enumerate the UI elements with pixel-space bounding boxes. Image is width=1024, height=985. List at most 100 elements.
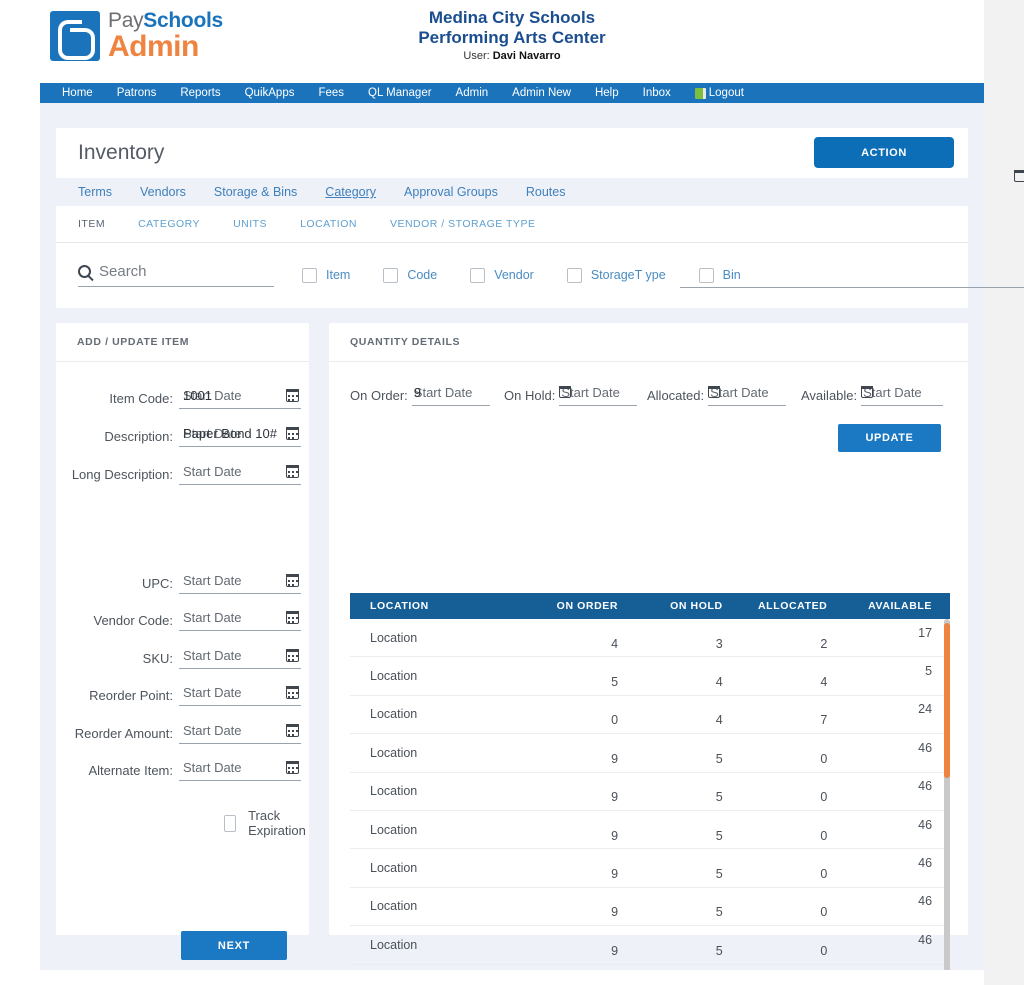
field-alternate-item[interactable]: Alternate Item: Start Date bbox=[56, 755, 309, 781]
table-row[interactable]: Location 9 5 0 46 bbox=[350, 888, 950, 927]
nav-item-patrons[interactable]: Patrons bbox=[105, 87, 169, 99]
subnav-item-category[interactable]: Category bbox=[325, 185, 376, 199]
subnav-item-approval-groups[interactable]: Approval Groups bbox=[404, 185, 498, 199]
calendar-icon[interactable] bbox=[285, 573, 299, 587]
table-row[interactable]: Location 9 5 0 46 bbox=[350, 849, 950, 888]
add-update-item-heading: ADD / UPDATE ITEM bbox=[56, 323, 309, 362]
nav-item-admin-new[interactable]: Admin New bbox=[500, 87, 583, 99]
field-allocated-input[interactable]: Start Date bbox=[707, 384, 787, 406]
table-row[interactable]: Location 9 5 0 46 bbox=[350, 734, 950, 773]
field-reorder-amount[interactable]: Reorder Amount: Start Date bbox=[56, 718, 309, 744]
calendar-icon[interactable] bbox=[285, 464, 299, 478]
field-description[interactable]: Description: Start Date Paper Bond 10# bbox=[56, 421, 309, 447]
nav-item-logout[interactable]: Logout bbox=[683, 87, 744, 99]
subnav-item-terms[interactable]: Terms bbox=[78, 185, 112, 199]
table-row[interactable]: Location 4 3 2 17 bbox=[350, 619, 950, 658]
calendar-icon[interactable] bbox=[558, 385, 572, 398]
calendar-icon[interactable] bbox=[285, 426, 299, 440]
field-long-description-label: Long Description: bbox=[71, 467, 173, 482]
calendar-icon[interactable] bbox=[285, 610, 299, 624]
filter-item[interactable]: Item bbox=[302, 267, 350, 283]
calendar-icon[interactable] bbox=[285, 648, 299, 662]
checkbox-code[interactable] bbox=[383, 267, 399, 283]
field-reorder-point-label: Reorder Point: bbox=[89, 688, 173, 703]
calendar-icon[interactable] bbox=[860, 385, 874, 398]
field-on-hold[interactable]: On Hold: Start Date bbox=[504, 378, 644, 406]
table-scrollbar-thumb[interactable] bbox=[944, 623, 950, 778]
entity-tabs[interactable]: ITEM CATEGORY UNITS LOCATION VENDOR / ST… bbox=[56, 206, 968, 243]
checkbox-storage-type[interactable] bbox=[566, 267, 582, 283]
checkbox-bin[interactable] bbox=[698, 267, 714, 283]
filter-bin[interactable]: Bin bbox=[698, 267, 741, 283]
field-long-description[interactable]: Long Description: Start Date bbox=[56, 459, 309, 485]
field-sku-input[interactable]: Start Date bbox=[179, 646, 301, 669]
nav-item-reports[interactable]: Reports bbox=[168, 87, 232, 99]
field-description-input[interactable]: Start Date Paper Bond 10# bbox=[179, 424, 301, 447]
cell-available: 17 bbox=[918, 625, 933, 640]
tab-units[interactable]: UNITS bbox=[233, 218, 267, 230]
nav-item-ql-manager[interactable]: QL Manager bbox=[356, 87, 444, 99]
sub-navigation[interactable]: Terms Vendors Storage & Bins Category Ap… bbox=[56, 178, 968, 206]
tab-category[interactable]: CATEGORY bbox=[138, 218, 200, 230]
field-long-description-input[interactable]: Start Date bbox=[179, 462, 301, 485]
table-row[interactable]: Location 9 5 0 46 bbox=[350, 773, 950, 811]
nav-item-home[interactable]: Home bbox=[50, 87, 105, 99]
calendar-icon[interactable] bbox=[1013, 169, 1024, 182]
calendar-icon[interactable] bbox=[285, 685, 299, 699]
table-row[interactable]: Location 0 4 7 24 bbox=[350, 696, 950, 735]
app-header: PaySchools Admin Medina City Schools Per… bbox=[40, 0, 984, 83]
nav-item-quikapps[interactable]: QuikApps bbox=[233, 87, 307, 99]
nav-item-fees[interactable]: Fees bbox=[306, 87, 356, 99]
field-reorder-point-input[interactable]: Start Date bbox=[179, 683, 301, 706]
table-row[interactable]: Location 9 5 0 46 bbox=[350, 811, 950, 850]
subnav-item-routes[interactable]: Routes bbox=[526, 185, 566, 199]
page-content: Inventory ACTION Terms Vendors Storage &… bbox=[40, 103, 1024, 985]
filter-bin-label: Bin bbox=[722, 268, 741, 282]
table-row[interactable]: Location 5 4 4 5 bbox=[350, 657, 950, 696]
tab-item[interactable]: ITEM bbox=[78, 218, 105, 230]
field-vendor-code-input[interactable]: Start Date bbox=[179, 608, 301, 631]
cell-allocated: 0 bbox=[820, 867, 828, 882]
main-navigation[interactable]: Home Patrons Reports QuikApps Fees QL Ma… bbox=[40, 83, 984, 103]
track-expiration-row[interactable]: Track Expiration bbox=[224, 808, 311, 838]
filter-vendor[interactable]: Vendor bbox=[470, 267, 534, 283]
checkbox-vendor[interactable] bbox=[470, 267, 486, 283]
checkbox-track-expiration[interactable] bbox=[224, 814, 237, 832]
calendar-icon[interactable] bbox=[285, 388, 299, 402]
nav-item-admin[interactable]: Admin bbox=[444, 87, 501, 99]
subnav-item-vendors[interactable]: Vendors bbox=[140, 185, 186, 199]
next-button[interactable]: NEXT bbox=[181, 931, 287, 960]
field-on-hold-input[interactable]: Start Date bbox=[558, 384, 638, 406]
bottom-margin bbox=[40, 970, 984, 985]
subnav-item-storage-bins[interactable]: Storage & Bins bbox=[214, 185, 297, 199]
field-alternate-item-input[interactable]: Start Date bbox=[179, 758, 301, 781]
cell-on-order: 0 bbox=[611, 713, 619, 728]
tab-location[interactable]: LOCATION bbox=[300, 218, 357, 230]
field-item-code-input[interactable]: Start Date 1001 bbox=[179, 386, 301, 409]
filter-code[interactable]: Code bbox=[383, 267, 437, 283]
filter-storage-type[interactable]: StorageT ype bbox=[566, 267, 666, 283]
calendar-icon[interactable] bbox=[707, 385, 721, 398]
table-row[interactable]: Location 9 5 0 46 bbox=[350, 926, 950, 965]
calendar-icon[interactable] bbox=[285, 723, 299, 737]
nav-item-help[interactable]: Help bbox=[583, 87, 631, 99]
field-reorder-point[interactable]: Reorder Point: Start Date bbox=[56, 680, 309, 706]
action-button[interactable]: ACTION bbox=[814, 137, 954, 168]
calendar-icon[interactable] bbox=[285, 760, 299, 774]
field-on-order[interactable]: On Order: Start Date 9 bbox=[350, 378, 490, 406]
field-reorder-amount-input[interactable]: Start Date bbox=[179, 721, 301, 744]
field-available[interactable]: Available: Start Date bbox=[801, 378, 961, 406]
field-available-input[interactable]: Start Date bbox=[860, 384, 944, 406]
field-upc-input[interactable]: Start Date bbox=[179, 571, 301, 594]
field-sku[interactable]: SKU: Start Date bbox=[56, 643, 309, 669]
field-item-code[interactable]: Item Code: Start Date 1001 bbox=[56, 383, 309, 409]
field-allocated[interactable]: Allocated: Start Date bbox=[647, 378, 797, 406]
search-input[interactable]: Search bbox=[78, 263, 274, 287]
nav-item-inbox[interactable]: Inbox bbox=[631, 87, 683, 99]
field-vendor-code[interactable]: Vendor Code: Start Date bbox=[56, 605, 309, 631]
checkbox-item[interactable] bbox=[302, 267, 317, 283]
update-button[interactable]: UPDATE bbox=[838, 424, 941, 452]
field-upc[interactable]: UPC: Start Date bbox=[56, 568, 309, 594]
field-on-order-input[interactable]: Start Date 9 bbox=[411, 384, 490, 406]
tab-vendor-storage-type[interactable]: VENDOR / STORAGE TYPE bbox=[390, 218, 535, 230]
